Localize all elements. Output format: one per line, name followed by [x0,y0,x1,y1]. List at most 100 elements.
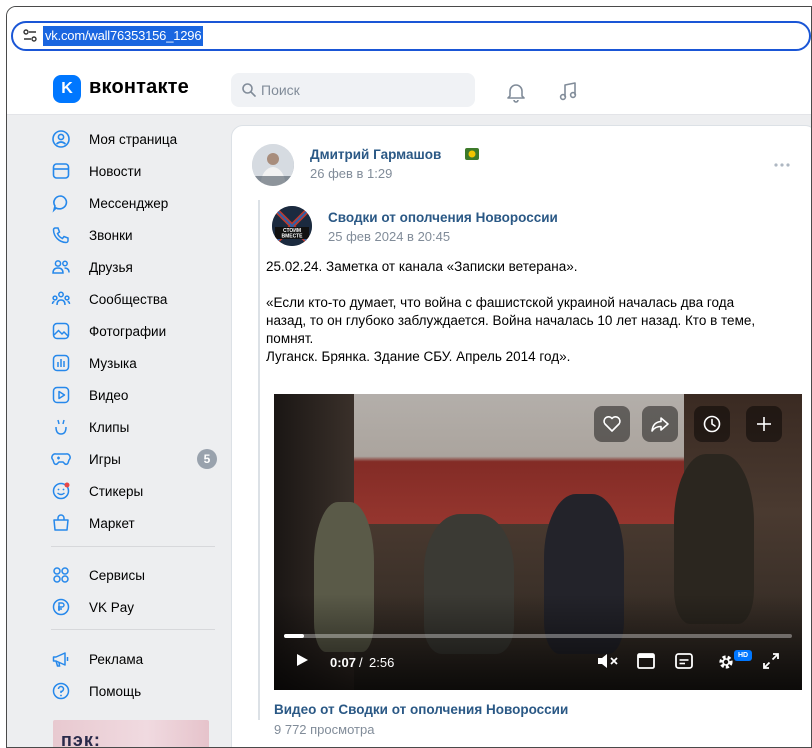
help-icon [52,682,70,700]
video-player[interactable]: 0:07 / 2:56 HD [274,394,802,690]
video-time-separator: / [359,655,363,670]
post-author-name[interactable]: Дмитрий Гармашов [310,147,441,162]
mute-icon[interactable] [596,652,620,670]
sidebar-item-label: Сообщества [89,291,168,307]
sidebar-item-label: Музыка [89,355,137,371]
games-icon [51,453,71,466]
post-text-line: Луганск. Брянка. Здание СБУ. Апрель 2014… [266,349,571,364]
like-video-button[interactable] [594,406,630,442]
video-icon [52,386,70,404]
music-player-icon[interactable] [557,81,579,103]
sidebar-item-label: Маркет [89,515,135,531]
video-total-time: 2:56 [369,655,395,670]
settings-gear-icon[interactable] [716,652,736,672]
post-text-line: 25.02.24. Заметка от канала «Записки вет… [266,259,578,274]
services-icon [53,567,69,583]
sidebar-item-my-page[interactable]: Моя страница [51,125,221,153]
sidebar-item-video[interactable]: Видео [51,381,221,409]
phone-icon [52,227,69,244]
notifications-bell-icon[interactable] [505,81,527,103]
author-avatar[interactable] [252,144,294,186]
share-video-button[interactable] [642,406,678,442]
friends-icon [52,260,70,274]
repost-indicator-line [258,200,260,720]
plus-icon [757,417,771,431]
sidebar-item-vkpay[interactable]: VK Pay [51,593,221,621]
add-video-button[interactable] [746,406,782,442]
sidebar-item-games[interactable]: Игры 5 [51,445,221,473]
ads-icon [52,652,69,667]
search-icon [242,83,256,97]
address-bar[interactable]: vk.com/wall76353156_1296 [11,21,811,51]
fullscreen-icon[interactable] [762,652,780,670]
sidebar-item-news[interactable]: Новости [51,157,221,185]
miniplayer-icon[interactable] [636,652,656,670]
games-count-badge: 5 [197,449,217,469]
sidebar-item-help[interactable]: Помощь [51,677,221,705]
sidebar-item-messenger[interactable]: Мессенджер [51,189,221,217]
ad-banner-text: пэк: [61,730,101,748]
sidebar-item-friends[interactable]: Друзья [51,253,221,281]
sidebar-item-label: Видео [89,387,129,403]
vkpay-icon [52,598,70,616]
watch-later-button[interactable] [694,406,730,442]
sidebar-item-label: Игры [89,451,121,467]
sidebar-item-ads[interactable]: Реклама [51,645,221,673]
repost-source-name[interactable]: Сводки от ополчения Новороссии [328,210,558,225]
post-date[interactable]: 26 фев в 1:29 [310,166,392,181]
site-settings-icon[interactable] [23,28,37,44]
repost-date[interactable]: 25 фев 2024 в 20:45 [328,229,450,244]
sidebar-item-label: Мессенджер [89,195,169,211]
message-icon [52,195,68,213]
post-text: 25.02.24. Заметка от канала «Записки вет… [266,258,796,366]
post-text-line: «Если кто-то думает, что война с фашистс… [266,295,735,310]
search-placeholder: Поиск [261,82,300,98]
sidebar-item-market[interactable]: Маркет [51,509,221,537]
clock-icon [703,415,721,433]
sidebar-item-calls[interactable]: Звонки [51,221,221,249]
user-circle-icon [52,130,70,148]
share-icon [651,417,669,432]
sidebar-item-label: VK Pay [89,599,135,615]
stickers-icon [52,482,70,500]
address-text[interactable]: vk.com/wall76353156_1296 [43,26,204,46]
browser-window: vk.com/wall76353156_1296 K вконтакте Пои… [6,6,812,748]
vk-brand-name[interactable]: вконтакте [89,76,189,99]
vk-header: K вконтакте Поиск [7,51,811,115]
sidebar-item-clips[interactable]: Клипы [51,413,221,441]
subtitles-icon[interactable] [674,652,694,670]
market-icon [53,514,69,531]
svg-text:ВМЕСТЕ: ВМЕСТЕ [282,234,304,240]
sidebar-item-services[interactable]: Сервисы [51,561,221,589]
repost-source-avatar[interactable]: СТОИМ ВМЕСТЕ [272,206,312,246]
author-badge-icon [465,148,479,160]
video-progress-bar[interactable] [284,634,792,638]
video-progress-fill [284,634,305,638]
sidebar-divider [51,629,215,630]
more-options-icon[interactable] [772,160,792,170]
sidebar-item-label: Звонки [89,227,133,243]
vk-logo-icon[interactable]: K [53,75,81,103]
sidebar-item-music[interactable]: Музыка [51,349,221,377]
sidebar-item-label: Помощь [89,683,142,699]
sidebar-item-photos[interactable]: Фотографии [51,317,221,345]
browser-toolbar: vk.com/wall76353156_1296 [7,7,811,51]
sidebar-item-label: Фотографии [89,323,167,339]
sidebar-item-stickers[interactable]: Стикеры [51,477,221,505]
sidebar-ad-banner[interactable]: пэк: [53,720,209,748]
video-title-link[interactable]: Видео от Сводки от ополчения Новороссии [274,702,568,717]
clips-icon [55,419,67,435]
play-icon[interactable] [294,652,310,668]
sidebar-item-label: Стикеры [89,483,144,499]
sidebar-item-communities[interactable]: Сообщества [51,285,221,313]
video-views-count: 9 772 просмотра [274,722,375,737]
sidebar-item-label: Клипы [89,419,130,435]
sidebar-item-label: Реклама [89,651,144,667]
wall-post: Дмитрий Гармашов 26 фев в 1:29 СТОИМ ВМЕ… [231,125,811,747]
sidebar-item-label: Новости [89,163,142,179]
video-current-time: 0:07 [330,655,357,670]
search-input[interactable]: Поиск [231,73,475,107]
music-icon [52,354,70,372]
post-text-line: помнят. [266,331,314,346]
communities-icon [51,291,71,306]
